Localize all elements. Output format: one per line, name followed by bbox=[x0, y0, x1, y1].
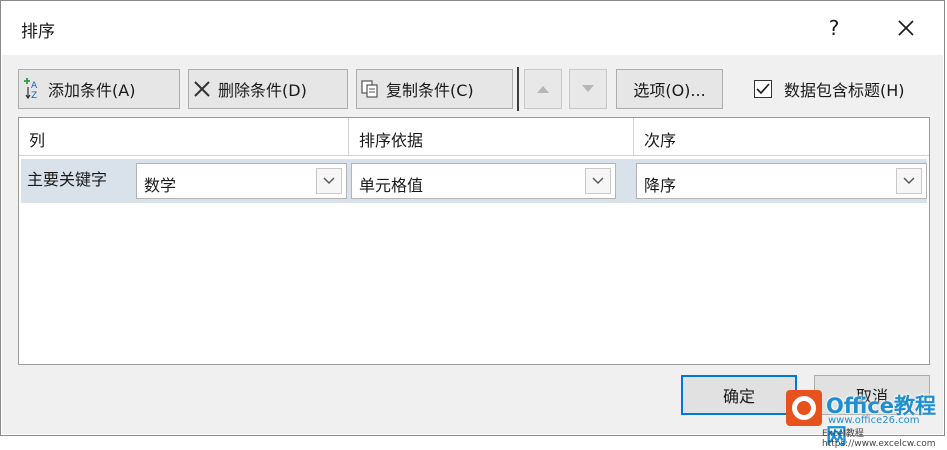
sort-level-label: 主要关键字 bbox=[27, 170, 108, 189]
order-select-value: 降序 bbox=[644, 176, 677, 195]
add-level-label: 添加条件(A) bbox=[48, 81, 136, 100]
copy-level-button[interactable]: 复制条件(C) bbox=[356, 69, 513, 109]
ok-button[interactable]: 确定 bbox=[681, 375, 797, 415]
sort-on-dropdown-button[interactable] bbox=[585, 168, 611, 194]
watermark: Office教程网 www.office26.com Excel教程 https… bbox=[782, 384, 947, 449]
options-button[interactable]: 选项(O)... bbox=[616, 69, 723, 109]
svg-text:A: A bbox=[31, 81, 38, 91]
column-header-sort-on: 排序依据 bbox=[349, 118, 634, 156]
add-sort-icon: A Z bbox=[19, 78, 45, 100]
column-dropdown-button[interactable] bbox=[316, 168, 342, 194]
chevron-down-icon bbox=[323, 177, 335, 184]
sort-dialog: 排序 ? A Z 添加条件(A) 删除条件(D) 复制条件(C) 选项(O)..… bbox=[0, 0, 945, 436]
sort-on-select[interactable]: 单元格值 bbox=[351, 163, 616, 199]
chevron-down-icon bbox=[592, 177, 604, 184]
column-select[interactable]: 数学 bbox=[136, 163, 347, 199]
dialog-body: A Z 添加条件(A) 删除条件(D) 复制条件(C) 选项(O)... 数据包… bbox=[2, 55, 943, 434]
has-headers-label: 数据包含标题(H) bbox=[784, 81, 905, 100]
move-up-button[interactable] bbox=[524, 69, 562, 109]
order-dropdown-button[interactable] bbox=[896, 168, 922, 194]
column-header-column: 列 bbox=[19, 118, 349, 156]
move-down-button[interactable] bbox=[569, 69, 607, 109]
office-logo-icon bbox=[786, 390, 822, 426]
delete-level-button[interactable]: 删除条件(D) bbox=[188, 69, 348, 109]
toolbar-separator bbox=[517, 67, 519, 111]
copy-level-label: 复制条件(C) bbox=[386, 81, 474, 100]
close-icon bbox=[898, 20, 914, 36]
help-button[interactable]: ? bbox=[817, 11, 851, 45]
delete-x-icon bbox=[189, 79, 215, 99]
order-select[interactable]: 降序 bbox=[636, 163, 927, 199]
svg-text:Z: Z bbox=[31, 91, 37, 100]
help-icon: ? bbox=[828, 16, 840, 40]
sort-on-select-value: 单元格值 bbox=[359, 176, 424, 195]
title-bar: 排序 ? bbox=[1, 1, 944, 57]
sort-levels-grid: 列 排序依据 次序 主要关键字 数学 单元格值 降序 bbox=[18, 117, 930, 365]
copy-icon bbox=[357, 79, 383, 99]
watermark-url: www.office26.com bbox=[828, 415, 920, 426]
has-headers-checkbox[interactable] bbox=[754, 80, 772, 98]
close-button[interactable] bbox=[887, 11, 925, 45]
sort-level-row[interactable]: 主要关键字 数学 单元格值 降序 bbox=[21, 159, 927, 203]
triangle-down-icon bbox=[582, 85, 594, 92]
delete-level-label: 删除条件(D) bbox=[218, 81, 307, 100]
options-label: 选项(O)... bbox=[633, 81, 706, 100]
add-level-button[interactable]: A Z 添加条件(A) bbox=[18, 69, 180, 109]
column-select-value: 数学 bbox=[144, 176, 177, 195]
dialog-title: 排序 bbox=[21, 22, 55, 42]
check-icon bbox=[756, 83, 770, 95]
chevron-down-icon bbox=[903, 177, 915, 184]
has-headers-option[interactable]: 数据包含标题(H) bbox=[754, 77, 905, 101]
column-header-order: 次序 bbox=[634, 118, 929, 156]
triangle-up-icon bbox=[537, 86, 549, 93]
